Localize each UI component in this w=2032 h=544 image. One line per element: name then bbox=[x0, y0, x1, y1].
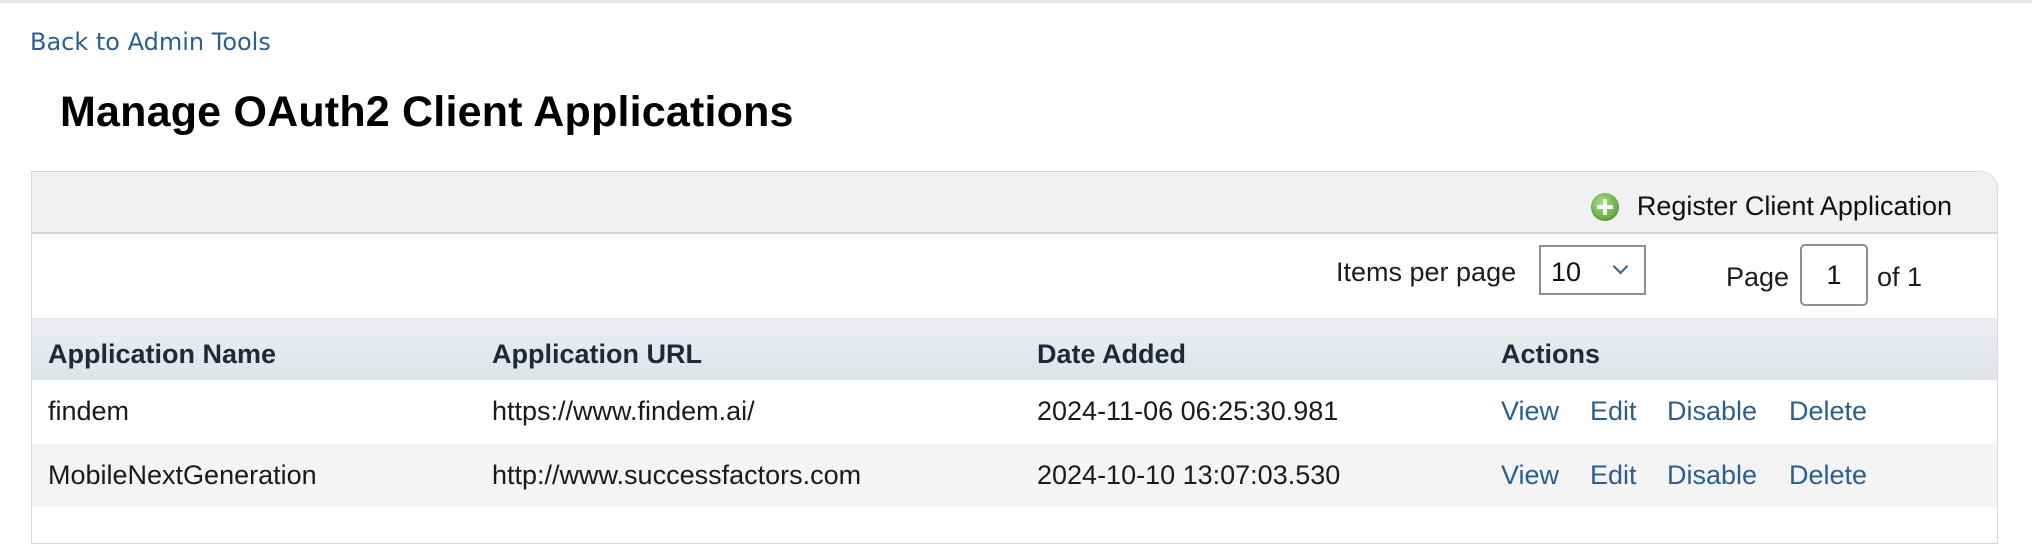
back-to-admin-tools-link[interactable]: Back to Admin Tools bbox=[30, 28, 271, 56]
date-added-cell: 2024-10-10 13:07:03.530 bbox=[1037, 460, 1341, 490]
items-per-page-label: Items per page bbox=[1336, 257, 1517, 287]
table-row: MobileNextGeneration http://www.successf… bbox=[32, 444, 1997, 507]
page-label: Page bbox=[1726, 262, 1790, 292]
top-border bbox=[0, 0, 2032, 3]
panel-toolbar: Register Client Application bbox=[32, 172, 1997, 234]
page-title: Manage OAuth2 Client Applications bbox=[60, 88, 794, 136]
page-total-label: of 1 bbox=[1877, 262, 1923, 292]
edit-action-link[interactable]: Edit bbox=[1590, 460, 1637, 491]
column-header-application-url[interactable]: Application URL bbox=[492, 339, 702, 370]
delete-action-link[interactable]: Delete bbox=[1789, 396, 1867, 427]
edit-action-link[interactable]: Edit bbox=[1590, 396, 1637, 427]
chevron-down-icon bbox=[1612, 258, 1629, 275]
table-header: Application Name Application URL Date Ad… bbox=[32, 318, 1997, 380]
application-url-cell: http://www.successfactors.com bbox=[492, 460, 862, 490]
page-number-input[interactable] bbox=[1800, 244, 1868, 306]
table-row: findem https://www.findem.ai/ 2024-11-06… bbox=[32, 380, 1997, 443]
items-per-page-select[interactable]: 10 bbox=[1539, 245, 1646, 295]
disable-action-link[interactable]: Disable bbox=[1667, 396, 1757, 427]
date-added-cell: 2024-11-06 06:25:30.981 bbox=[1037, 396, 1339, 426]
application-url-cell: https://www.findem.ai/ bbox=[492, 396, 755, 426]
view-action-link[interactable]: View bbox=[1501, 396, 1559, 427]
column-header-actions: Actions bbox=[1501, 339, 1601, 369]
register-client-application-button[interactable]: Register Client Application bbox=[1590, 191, 1952, 222]
view-action-link[interactable]: View bbox=[1501, 460, 1559, 491]
client-applications-panel: Register Client Application Items per pa… bbox=[31, 171, 1998, 544]
items-per-page-value: 10 bbox=[1551, 257, 1582, 287]
column-header-application-name[interactable]: Application Name bbox=[48, 339, 276, 370]
disable-action-link[interactable]: Disable bbox=[1667, 460, 1757, 491]
register-client-application-label: Register Client Application bbox=[1636, 191, 1952, 221]
pagination-bar: Items per page 10 Page of 1 bbox=[32, 234, 1997, 318]
application-name-cell: MobileNextGeneration bbox=[48, 460, 317, 490]
plus-circle-icon bbox=[1590, 192, 1619, 221]
column-header-date-added[interactable]: Date Added bbox=[1037, 339, 1186, 370]
delete-action-link[interactable]: Delete bbox=[1789, 460, 1867, 491]
application-name-cell: findem bbox=[48, 396, 130, 426]
